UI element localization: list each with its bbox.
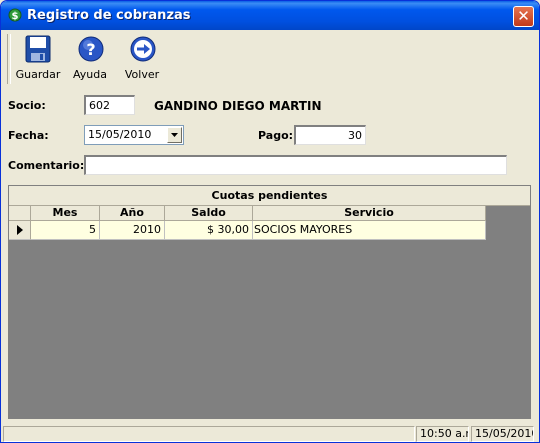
arrow-right-icon	[130, 36, 156, 62]
guardar-button[interactable]: Guardar	[13, 32, 63, 86]
svg-text:?: ?	[86, 40, 95, 59]
column-header-mes[interactable]: Mes	[31, 206, 100, 221]
volver-button[interactable]: Volver	[117, 32, 167, 86]
ayuda-button[interactable]: ? Ayuda	[65, 32, 115, 86]
fecha-value: 15/05/2010	[88, 128, 152, 141]
table-cell-servicio[interactable]: SOCIOS MAYORES	[253, 221, 486, 240]
registro-cobranzas-window: $ Registro de cobranzas ✕ Guardar ? Ayud…	[0, 0, 540, 443]
close-button[interactable]: ✕	[513, 6, 534, 27]
table-row-selector[interactable]	[9, 221, 31, 240]
fecha-label: Fecha:	[8, 129, 49, 142]
current-row-icon	[17, 225, 23, 235]
fecha-dropdown[interactable]: 15/05/2010	[84, 125, 184, 145]
grid-caption: Cuotas pendientes	[9, 186, 530, 206]
close-icon: ✕	[517, 7, 530, 25]
table-cell-mes[interactable]: 5	[31, 221, 100, 240]
status-date: 15/05/2010	[471, 426, 534, 442]
socio-name: GANDINO DIEGO MARTIN	[154, 99, 322, 113]
row-header-corner	[9, 206, 31, 221]
pago-field[interactable]: 30	[294, 125, 366, 145]
save-icon	[25, 35, 51, 63]
svg-text:$: $	[12, 11, 19, 22]
column-header-servicio[interactable]: Servicio	[253, 206, 486, 221]
status-bar: 10:50 a.m. 15/05/2010	[1, 424, 539, 442]
toolbar-grip[interactable]	[7, 34, 11, 84]
pago-label: Pago:	[258, 129, 294, 142]
toolbar: Guardar ? Ayuda Volver	[5, 32, 537, 86]
status-panel-main	[3, 426, 415, 442]
cuotas-grid: Cuotas pendientes Mes Año Saldo Servicio…	[8, 185, 531, 419]
table-cell-anio[interactable]: 2010	[100, 221, 165, 240]
column-header-anio[interactable]: Año	[100, 206, 165, 221]
comentario-label: Comentario:	[8, 159, 85, 172]
table-cell-saldo[interactable]: $ 30,00	[165, 221, 253, 240]
help-icon: ?	[78, 36, 104, 62]
ayuda-label: Ayuda	[73, 68, 107, 81]
status-time: 10:50 a.m.	[416, 426, 469, 442]
socio-field[interactable]: 602	[84, 95, 135, 115]
guardar-label: Guardar	[15, 68, 61, 81]
comentario-field[interactable]	[84, 155, 507, 175]
chevron-down-icon	[171, 133, 178, 137]
title-bar[interactable]: $ Registro de cobranzas ✕	[1, 1, 539, 30]
app-icon: $	[8, 8, 22, 22]
fecha-dropdown-button[interactable]	[167, 127, 182, 143]
window-title: Registro de cobranzas	[27, 8, 191, 23]
socio-label: Socio:	[8, 99, 46, 112]
column-header-saldo[interactable]: Saldo	[165, 206, 253, 221]
volver-label: Volver	[124, 68, 160, 81]
